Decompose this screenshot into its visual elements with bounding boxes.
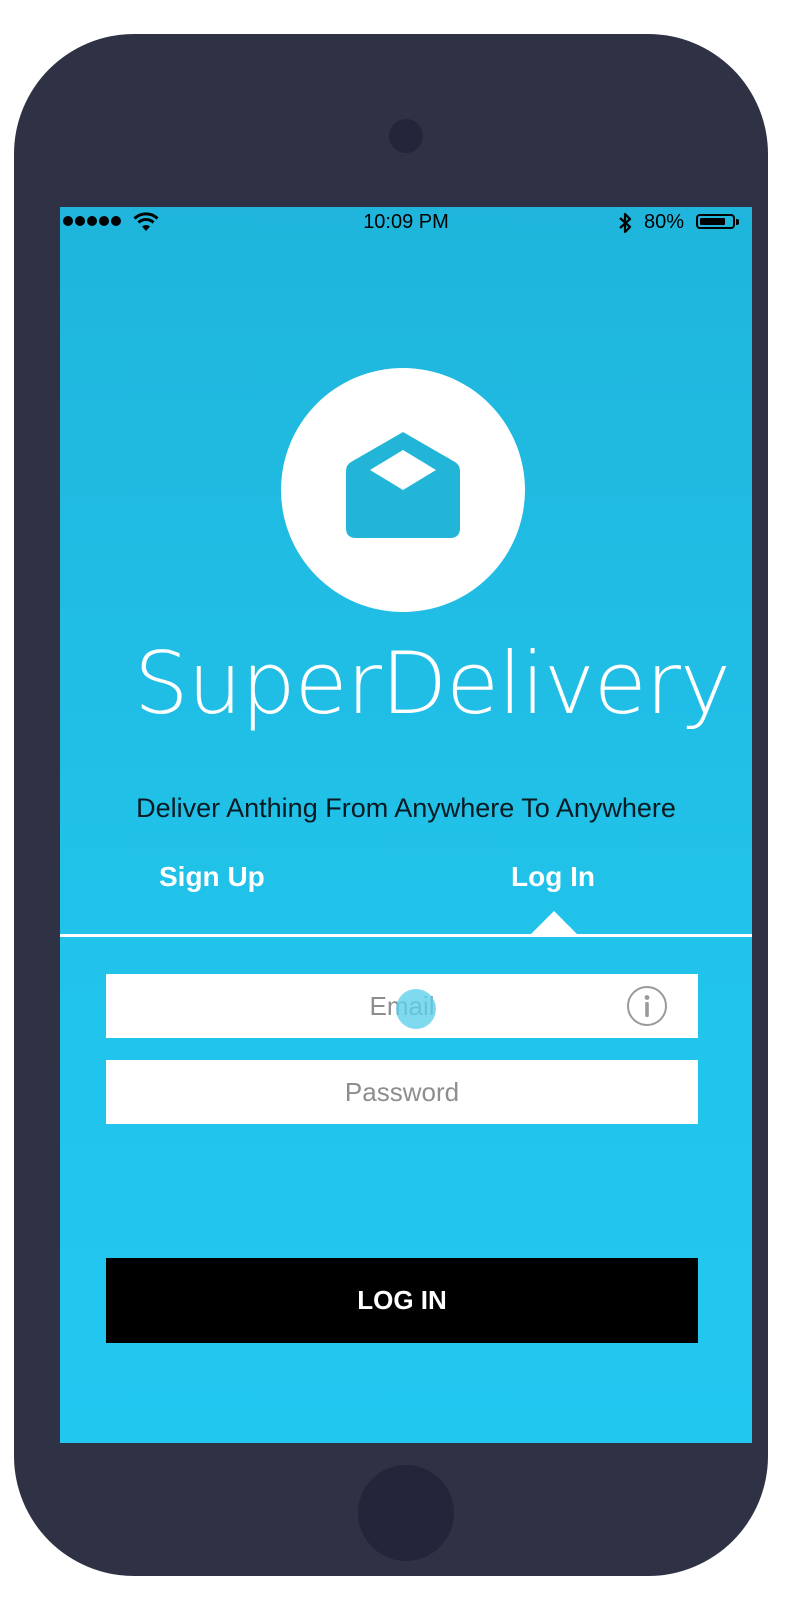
info-icon[interactable]	[626, 985, 668, 1027]
battery-percent: 80%	[644, 211, 685, 233]
log-in-button[interactable]: LOG IN	[106, 1258, 698, 1343]
battery-tip	[736, 219, 739, 225]
active-tab-indicator	[530, 911, 578, 935]
camera-lens	[389, 119, 423, 153]
tab-divider	[60, 934, 752, 937]
password-field	[106, 1060, 698, 1124]
app-logo	[281, 368, 525, 612]
app-name: SuperDelivery	[134, 634, 731, 734]
phone-frame: 10:09 PM 80% SuperDelivery Deliver Anthi…	[14, 34, 768, 1576]
password-input[interactable]	[106, 1060, 698, 1124]
email-field	[106, 974, 698, 1038]
status-bar: 10:09 PM 80%	[60, 207, 752, 237]
email-input[interactable]	[106, 974, 698, 1038]
open-envelope-icon	[346, 432, 460, 538]
bluetooth-icon	[619, 212, 632, 234]
app-tagline: Deliver Anthing From Anywhere To Anywher…	[136, 793, 676, 823]
tab-sign-up[interactable]: Sign Up	[159, 859, 265, 895]
battery-icon	[696, 214, 735, 229]
app-screen: 10:09 PM 80% SuperDelivery Deliver Anthi…	[60, 207, 752, 1443]
tab-log-in[interactable]: Log In	[511, 859, 595, 895]
home-button[interactable]	[358, 1465, 454, 1561]
